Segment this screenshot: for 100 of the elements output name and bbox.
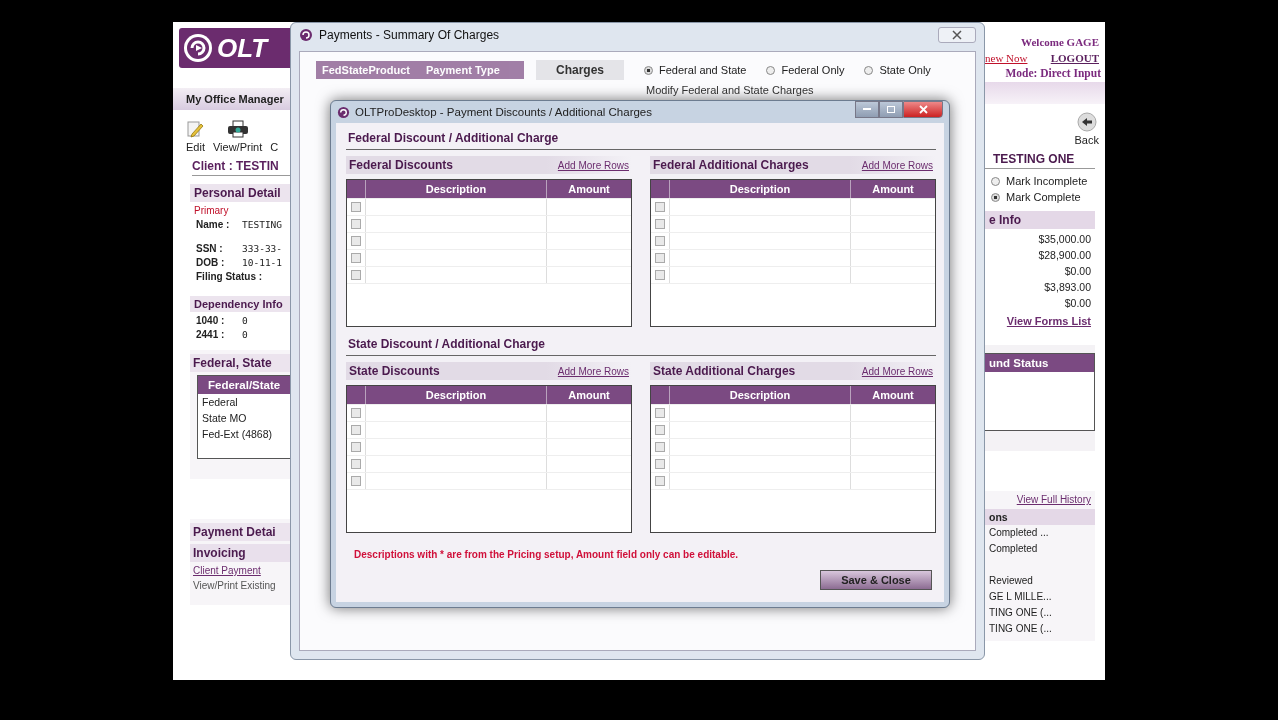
row-checkbox[interactable] [655,253,665,263]
minimize-button[interactable] [855,101,879,118]
toolbar-button[interactable]: View/Print [212,120,263,153]
client-payment-link[interactable]: Client Payment [190,562,264,576]
amount-value: $28,900.00 [1037,248,1092,261]
row-checkbox[interactable] [655,425,665,435]
column-header: Description [670,386,851,404]
app-icon [299,28,313,42]
subsection-title: Invoicing [190,544,290,562]
column-header: Amount [567,182,611,197]
row-checkbox[interactable] [351,408,361,418]
column-header: Federal/State [198,376,290,394]
logo-icon [183,33,213,63]
row-checkbox[interactable] [351,459,361,469]
column-header: Amount [871,182,915,197]
history-entry: Completed ... [989,527,1049,538]
add-rows-link[interactable]: Add More Rows [554,159,632,171]
section-heading: Federal Discount / Additional Charge [346,129,936,150]
field-value: 333-33- [242,243,283,254]
radio-option[interactable]: Mark Incomplete [991,175,1105,187]
field-value: 0 [242,329,248,340]
primary-label: Primary [193,204,230,216]
card-title: Payment Detai [190,523,290,541]
row-checkbox[interactable] [351,476,361,486]
column-header: Payment Type [425,63,501,78]
row-checkbox[interactable] [655,408,665,418]
close-icon [918,105,928,114]
add-rows-link[interactable]: Add More Rows [858,159,936,171]
close-button[interactable] [938,27,976,43]
toolbar-button[interactable]: C [270,120,279,153]
card-title: e Info [985,211,1095,229]
column-header: Amount [567,388,611,403]
section-heading: State Discount / Additional Charge [346,335,936,356]
mode-text: Mode: Direct Input [1004,66,1102,79]
field-value: 0 [242,315,248,326]
welcome-text: Welcome GAGE [1020,36,1100,48]
amount-value: $0.00 [1063,296,1092,309]
column-header: Charges [536,60,625,80]
history-entry: Reviewed [989,575,1033,586]
history-entry: TING ONE (... [989,607,1052,618]
renew-link[interactable]: new Now [985,52,1028,64]
card-title: Personal Detail [190,184,290,202]
radio-option[interactable]: Mark Complete [991,191,1105,203]
row-checkbox[interactable] [351,236,361,246]
table-cell-text: Federal [201,395,239,410]
maximize-icon [887,106,895,113]
card-title: Dependency Info [190,296,290,312]
row-checkbox[interactable] [655,219,665,229]
history-entry: GE L MILLE... [989,591,1052,602]
amount-value: $35,000.00 [1037,232,1092,245]
view-forms-link[interactable]: View Forms List [985,309,1095,327]
radio-option[interactable]: State Only [864,64,931,76]
save-close-button[interactable]: Save & Close [820,570,932,590]
close-icon [952,30,962,40]
row-checkbox[interactable] [655,442,665,452]
radio-option[interactable]: Federal Only [766,64,845,76]
grid-title: State Discounts [348,363,441,380]
app-icon [337,105,350,119]
row-checkbox[interactable] [351,202,361,212]
field-label: DOB : [196,257,226,268]
history-entry: TING ONE (... [989,623,1052,634]
window-title: Payments - Summary Of Charges [319,28,500,42]
note-text: Descriptions with * are from the Pricing setup, Amount field only can be editable. [353,549,740,560]
menu-text: View/Print Existing [192,579,277,591]
amount-value: $3,893.00 [1043,280,1092,293]
column-header: Description [366,386,547,404]
edit-icon [186,120,205,138]
field-label: SSN : [196,243,224,254]
grid-title: Federal Additional Charges [652,157,810,174]
row-checkbox[interactable] [351,442,361,452]
row-checkbox[interactable] [351,425,361,435]
client-name: TESTING ONE [985,146,1095,169]
row-checkbox[interactable] [655,476,665,486]
add-rows-link[interactable]: Add More Rows [858,365,936,377]
logout-link[interactable]: LOGOUT [1050,52,1099,64]
row-checkbox[interactable] [351,219,361,229]
column-header: FedStateProduct [321,63,411,78]
maximize-button[interactable] [879,101,903,118]
row-checkbox[interactable] [655,270,665,280]
row-checkbox[interactable] [655,236,665,246]
section-title: Modify Federal and State Charges [646,84,815,96]
row-checkbox[interactable] [351,253,361,263]
view-history-link[interactable]: View Full History [985,491,1095,505]
history-entry: Completed [989,543,1038,554]
back-button[interactable]: Back [1074,112,1099,146]
card-title: ons [985,509,1095,525]
minimize-icon [863,108,871,111]
add-rows-link[interactable]: Add More Rows [554,365,632,377]
column-header: Description [366,180,547,198]
row-checkbox[interactable] [655,202,665,212]
card-title: Federal, State [190,354,290,372]
logo-text: OLT [217,32,268,64]
row-checkbox[interactable] [655,459,665,469]
row-checkbox[interactable] [351,270,361,280]
close-button[interactable] [903,101,943,118]
field-label: Name : [196,219,231,230]
column-header: und Status [985,354,1094,372]
toolbar-button[interactable]: Edit [186,120,205,153]
radio-option[interactable]: Federal and State [644,64,747,76]
column-header: Description [670,180,851,198]
